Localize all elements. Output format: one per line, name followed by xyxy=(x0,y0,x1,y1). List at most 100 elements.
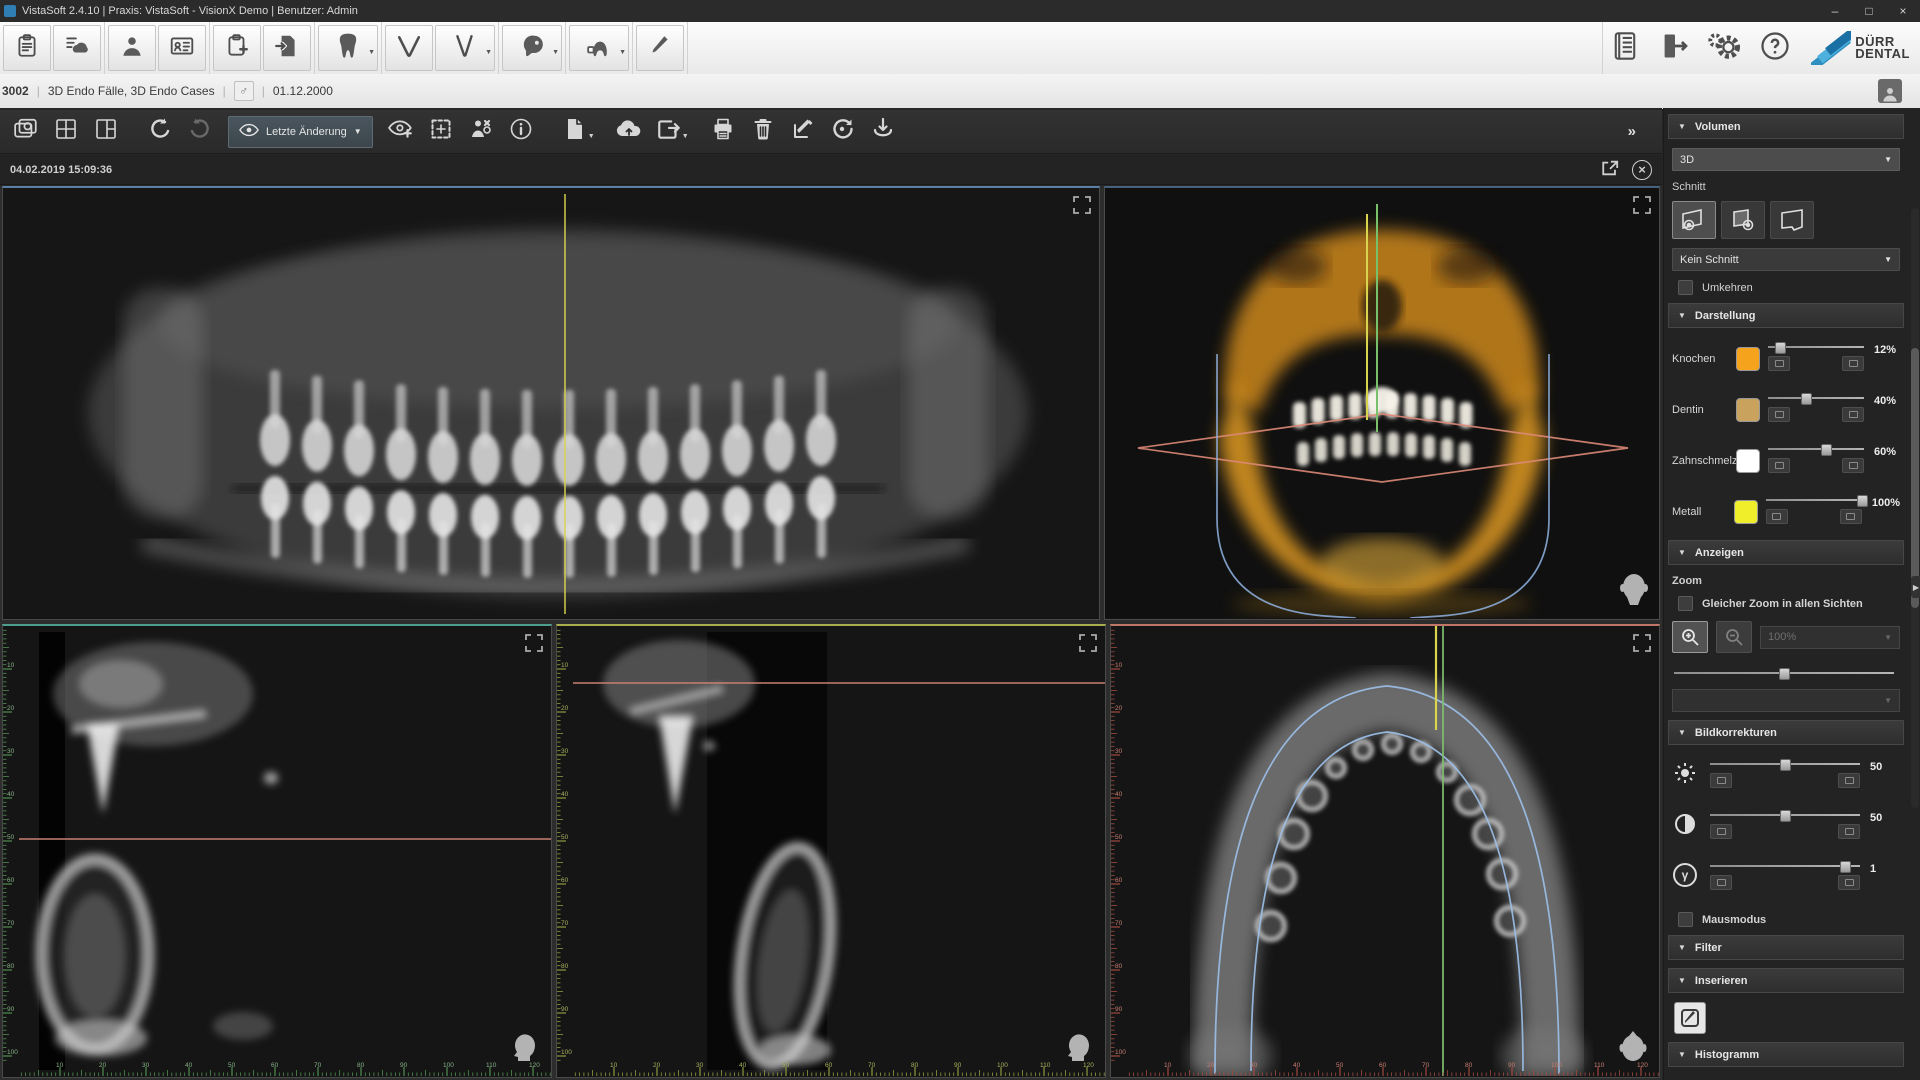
dentin-slider[interactable] xyxy=(1768,392,1864,404)
section-inserieren[interactable]: ▼ Inserieren xyxy=(1668,968,1904,993)
contrast-slider[interactable] xyxy=(1710,809,1860,821)
pano-image[interactable] xyxy=(3,188,1099,618)
volume-mode-dropdown[interactable]: 3D ▼ xyxy=(1672,148,1900,171)
fullscreen-icon[interactable] xyxy=(1633,196,1651,214)
ceph-button[interactable]: ▼ xyxy=(502,25,562,71)
worklist-button[interactable] xyxy=(3,25,51,71)
open-external-icon[interactable] xyxy=(1600,159,1620,180)
worklist-status-button[interactable] xyxy=(53,25,101,71)
settings-button[interactable] xyxy=(1703,26,1747,70)
toolbar-overflow-button[interactable]: » xyxy=(1628,123,1636,140)
color-swatch[interactable] xyxy=(1736,398,1760,422)
orientation-head-icon[interactable] xyxy=(1619,573,1649,607)
snapshot-button[interactable] xyxy=(6,114,46,150)
patient-card-button[interactable] xyxy=(158,25,206,71)
preset-max-button[interactable] xyxy=(1842,458,1864,473)
patient-id[interactable]: 3002 xyxy=(2,84,29,98)
close-image-button[interactable]: × xyxy=(1632,160,1652,180)
section-bildkorrekturen[interactable]: ▼ Bildkorrekturen xyxy=(1668,720,1904,745)
insert-annotation-button[interactable] xyxy=(1674,1002,1706,1034)
preset-max-button[interactable] xyxy=(1838,824,1860,839)
info-button[interactable] xyxy=(501,114,541,150)
dropdown-caret-icon[interactable]: ▼ xyxy=(682,133,689,140)
section-filter[interactable]: ▼ Filter xyxy=(1668,935,1904,960)
orientation-head-icon[interactable] xyxy=(1619,1031,1649,1065)
preset-max-button[interactable] xyxy=(1838,875,1860,890)
patient-case-name[interactable]: 3D Endo Fälle, 3D Endo Cases xyxy=(48,84,215,98)
section-volumen[interactable]: ▼ Volumen xyxy=(1668,114,1904,139)
sagittal-image[interactable]: 102030405060708090100 102030405060708090… xyxy=(3,626,551,1076)
sidebar-flyout-arrow[interactable]: ▶ xyxy=(1911,576,1920,598)
import-image-button[interactable] xyxy=(263,25,311,71)
report-button[interactable]: ▼ xyxy=(555,114,595,150)
preset-min-button[interactable] xyxy=(1710,824,1732,839)
slice-mode-clip-button[interactable] xyxy=(1721,201,1765,239)
dropdown-caret-icon[interactable]: ▼ xyxy=(368,49,375,56)
patient-button[interactable] xyxy=(108,25,156,71)
slice-mode-slab-button[interactable] xyxy=(1672,201,1716,239)
preset-min-button[interactable] xyxy=(1768,356,1790,371)
logout-button[interactable] xyxy=(1653,26,1697,70)
zoom-value-dropdown[interactable]: 100% ▼ xyxy=(1760,626,1900,649)
fullscreen-icon[interactable] xyxy=(1079,634,1097,652)
export-button[interactable]: ▼ xyxy=(649,114,689,150)
probe-button[interactable] xyxy=(636,25,684,71)
color-swatch[interactable] xyxy=(1736,449,1760,473)
dropdown-caret-icon[interactable]: ▼ xyxy=(485,49,492,56)
viewport-axial[interactable]: 102030405060708090100 102030405060708090… xyxy=(1110,624,1660,1078)
layout-custom-button[interactable] xyxy=(86,114,126,150)
maximize-button[interactable]: □ xyxy=(1852,0,1886,22)
schnitt-dropdown[interactable]: Kein Schnitt ▼ xyxy=(1672,248,1900,271)
zahnschmelz-slider[interactable] xyxy=(1768,443,1864,455)
fullscreen-icon[interactable] xyxy=(525,634,543,652)
select-region-button[interactable] xyxy=(421,114,461,150)
preset-max-button[interactable] xyxy=(1842,407,1864,422)
redo-button[interactable] xyxy=(180,114,220,150)
dropdown-caret-icon[interactable]: ▼ xyxy=(588,133,595,140)
jaw-3d-button[interactable]: ▼ xyxy=(569,25,629,71)
preset-max-button[interactable] xyxy=(1838,773,1860,788)
orientation-head-icon[interactable] xyxy=(511,1031,541,1065)
bitewing-button[interactable] xyxy=(385,25,433,71)
knochen-slider[interactable] xyxy=(1768,341,1864,353)
gamma-slider[interactable] xyxy=(1710,860,1860,872)
section-histogramm[interactable]: ▼ Histogramm xyxy=(1668,1042,1904,1067)
fullscreen-icon[interactable] xyxy=(1633,634,1651,652)
close-button[interactable]: × xyxy=(1886,0,1920,22)
zoom-slider[interactable] xyxy=(1674,667,1894,679)
preset-min-button[interactable] xyxy=(1768,407,1790,422)
sidebar-scrollbar[interactable] xyxy=(1911,208,1919,808)
history-dropdown[interactable]: Letzte Änderung ▼ xyxy=(228,116,373,148)
preset-min-button[interactable] xyxy=(1710,773,1732,788)
preset-min-button[interactable] xyxy=(1710,875,1732,890)
color-swatch[interactable] xyxy=(1736,347,1760,371)
annotate-button[interactable] xyxy=(783,114,823,150)
view-preset-dropdown[interactable]: ▼ xyxy=(1672,689,1900,712)
preset-max-button[interactable] xyxy=(1842,356,1864,371)
zoom-in-button[interactable] xyxy=(1672,621,1708,653)
scrollbar-thumb[interactable] xyxy=(1911,348,1919,608)
preset-min-button[interactable] xyxy=(1768,458,1790,473)
brightness-slider[interactable] xyxy=(1710,758,1860,770)
viewport-panorama[interactable] xyxy=(2,186,1100,620)
dropdown-caret-icon[interactable]: ▼ xyxy=(619,49,626,56)
viewport-sagittal[interactable]: 102030405060708090100 102030405060708090… xyxy=(2,624,552,1078)
viewport-3d[interactable] xyxy=(1104,186,1660,620)
print-button[interactable] xyxy=(703,114,743,150)
orientation-head-icon[interactable] xyxy=(1065,1031,1095,1065)
new-job-button[interactable] xyxy=(213,25,261,71)
preset-min-button[interactable] xyxy=(1766,509,1788,524)
dropdown-caret-icon[interactable]: ▼ xyxy=(552,49,559,56)
mouse-mode-checkbox[interactable] xyxy=(1678,912,1693,927)
minimize-button[interactable]: – xyxy=(1818,0,1852,22)
assign-patient-button[interactable] xyxy=(461,114,501,150)
zoom-eye-button[interactable] xyxy=(381,114,421,150)
axial-image[interactable]: 102030405060708090100 102030405060708090… xyxy=(1111,626,1659,1076)
bitewing-alt-button[interactable]: ▼ xyxy=(435,25,495,71)
same-zoom-checkbox[interactable] xyxy=(1678,596,1693,611)
metall-slider[interactable] xyxy=(1766,494,1862,506)
layout-grid-button[interactable] xyxy=(46,114,86,150)
section-anzeigen[interactable]: ▼ Anzeigen xyxy=(1668,540,1904,565)
cloud-upload-button[interactable] xyxy=(609,114,649,150)
tooth-image-button[interactable]: ▼ xyxy=(318,25,378,71)
